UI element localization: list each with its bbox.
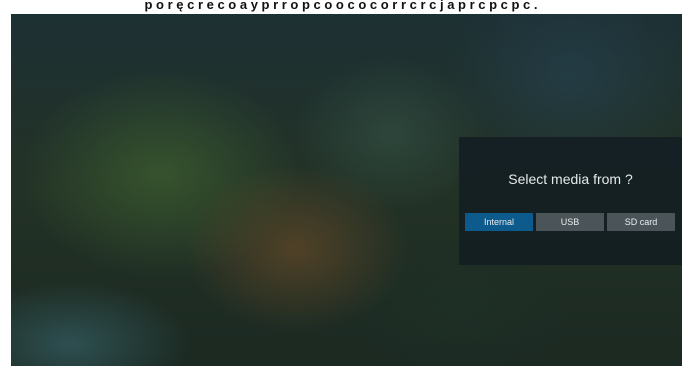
internal-button[interactable]: Internal xyxy=(465,213,533,231)
usb-button[interactable]: USB xyxy=(536,213,604,231)
dialog-title: Select media from ? xyxy=(508,171,633,187)
select-media-dialog: Select media from ? Internal USB SD card xyxy=(459,137,682,265)
tv-screen-background: Select media from ? Internal USB SD card xyxy=(11,14,682,366)
sd-card-button[interactable]: SD card xyxy=(607,213,675,231)
